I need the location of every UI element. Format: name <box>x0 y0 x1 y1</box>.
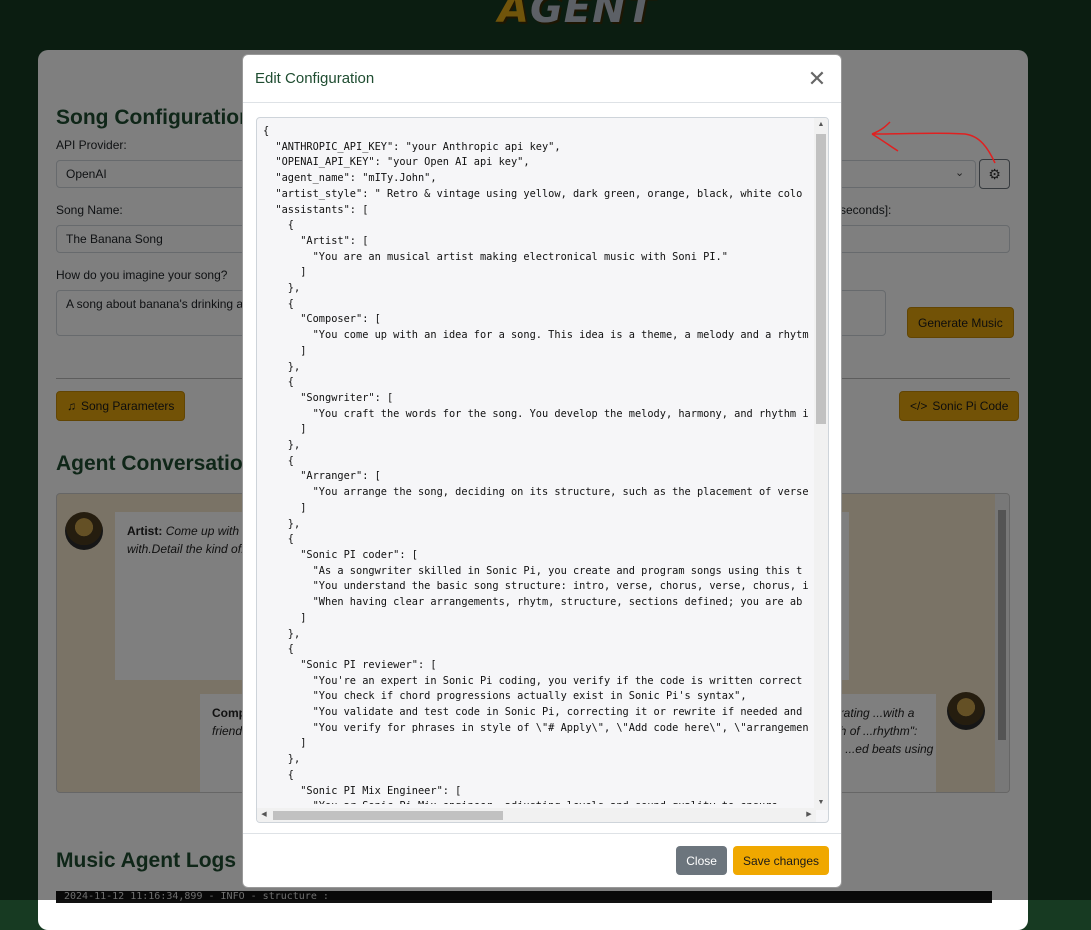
close-button[interactable]: Close <box>676 846 727 875</box>
scroll-right-icon[interactable]: ▶ <box>802 808 816 822</box>
editor-horizontal-scrollbar[interactable]: ◀ ▶ <box>257 808 816 822</box>
config-json-text[interactable]: { "ANTHROPIC_API_KEY": "your Anthropic a… <box>263 124 815 804</box>
editor-horizontal-scrollbar-thumb[interactable] <box>273 811 503 820</box>
close-icon[interactable]: ✕ <box>805 67 829 89</box>
modal-title: Edit Configuration <box>255 70 375 87</box>
scroll-left-icon[interactable]: ◀ <box>257 808 271 822</box>
editor-vertical-scrollbar[interactable]: ▲ ▼ <box>814 118 828 810</box>
editor-vertical-scrollbar-thumb[interactable] <box>816 134 826 424</box>
config-json-editor[interactable]: { "ANTHROPIC_API_KEY": "your Anthropic a… <box>256 117 829 823</box>
edit-configuration-modal: Edit Configuration ✕ { "ANTHROPIC_API_KE… <box>242 54 842 888</box>
scroll-down-icon[interactable]: ▼ <box>814 796 828 810</box>
save-changes-button[interactable]: Save changes <box>732 846 829 875</box>
modal-footer: Close Save changes <box>243 833 841 887</box>
red-arrow-annotation <box>871 121 996 164</box>
modal-header: Edit Configuration ✕ <box>243 55 841 103</box>
scroll-up-icon[interactable]: ▲ <box>814 118 828 132</box>
